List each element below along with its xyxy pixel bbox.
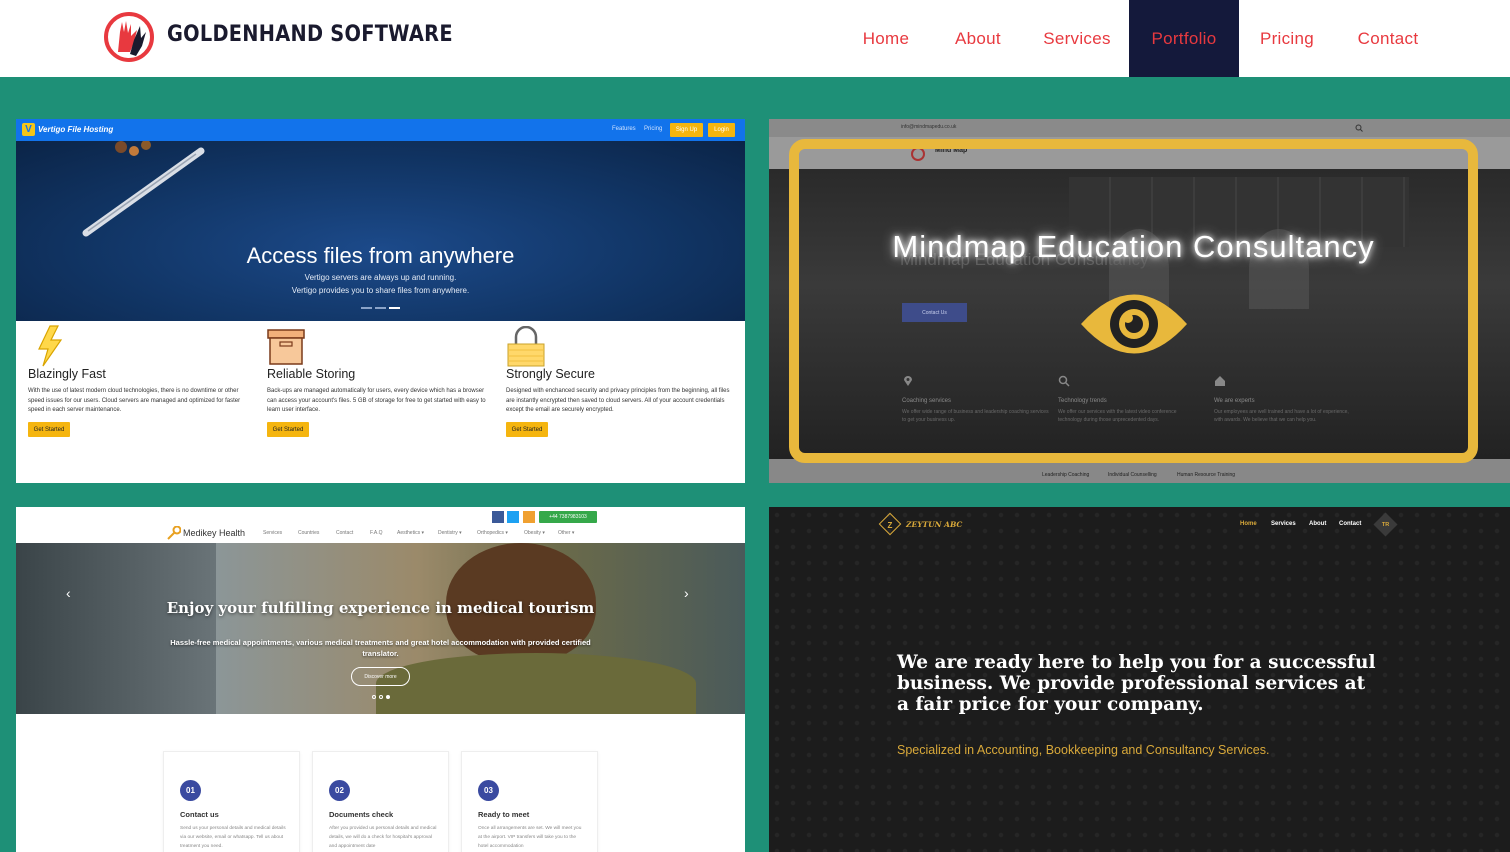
medikey-hero-shirt <box>376 653 696 714</box>
medikey-nav-item: Aesthetics ▾ <box>397 530 424 536</box>
portfolio-card-medikey[interactable]: +44 7387983103 Medikey Health Services C… <box>16 507 745 852</box>
medikey-hero-sub: Hassle-free medical appointments, variou… <box>170 638 591 658</box>
facebook-icon <box>492 511 504 523</box>
feature-title: Blazingly Fast <box>28 367 106 381</box>
vertigo-login-button: Login <box>708 123 735 137</box>
nav-home[interactable]: Home <box>848 0 924 77</box>
step-title: Ready to meet <box>478 810 530 819</box>
medikey-hero: ‹ › Enjoy your fulfilling experience in … <box>16 543 745 714</box>
get-started-button: Get Started <box>28 422 70 437</box>
medikey-nav-item: Obesity ▾ <box>524 530 545 536</box>
carousel-dot-active <box>386 695 390 699</box>
carousel-dot-active <box>389 307 400 309</box>
medikey-nav-item: Orthopedics ▾ <box>477 530 508 536</box>
archive-box-icon <box>267 329 305 365</box>
step-title: Contact us <box>180 810 219 819</box>
step-card: 01 Contact us Send us your personal deta… <box>163 751 300 852</box>
feature-title: Strongly Secure <box>506 367 595 381</box>
nav-services[interactable]: Services <box>1032 0 1122 77</box>
step-card: 02 Documents check After you provided us… <box>312 751 449 852</box>
zeytun-logo-text: ZEYTUN ABC <box>906 520 963 529</box>
step-text: Send us your personal details and medica… <box>180 826 286 849</box>
vertigo-nav-pricing: Pricing <box>644 126 663 132</box>
nav-pricing[interactable]: Pricing <box>1247 0 1327 77</box>
medikey-nav-item: Services <box>263 530 283 536</box>
site-header: GOLDENHAND SOFTWARE Home About Services … <box>0 0 1510 77</box>
vertigo-hero-title: Access files from anywhere <box>246 243 515 268</box>
zeytun-headline: We are ready here to help you for a succ… <box>897 652 1376 715</box>
zeytun-nav-services: Services <box>1271 521 1296 527</box>
medikey-nav-item: Other ▾ <box>558 530 575 536</box>
medikey-logo: Medikey Health <box>183 528 246 538</box>
portfolio-card-zeytun[interactable]: Z ZEYTUN ABC Home Services About Contact… <box>769 507 1510 852</box>
phone-badge: +44 7387983103 <box>539 511 597 523</box>
vertigo-hero: Access files from anywhere Vertigo serve… <box>16 141 745 321</box>
carousel-dot <box>372 695 376 699</box>
brand-name[interactable]: GOLDENHAND SOFTWARE <box>167 22 453 47</box>
nav-contact[interactable]: Contact <box>1344 0 1432 77</box>
nav-about[interactable]: About <box>940 0 1016 77</box>
zeytun-subtitle: Specialized in Accounting, Bookkeeping a… <box>897 743 1270 757</box>
zeytun-nav-contact: Contact <box>1339 521 1362 527</box>
mindmap-email: info@mindmapedu.co.uk <box>901 124 957 130</box>
feature-text: With the use of latest modern cloud tech… <box>28 388 241 413</box>
get-started-button: Get Started <box>506 422 548 437</box>
medikey-nav-item: F.A.Q <box>370 530 383 536</box>
mindmap-footer-link: Human Resource Training <box>1177 472 1236 478</box>
mindmap-footer-link: Individual Counselling <box>1108 472 1157 478</box>
goldenhand-logo-icon[interactable] <box>104 12 154 62</box>
email-icon <box>523 511 535 523</box>
step-text: Once all arrangements are set. We will m… <box>478 826 582 849</box>
vertigo-navbar: V Vertigo File Hosting Features Pricing … <box>16 119 745 141</box>
vertigo-logo-icon: V <box>22 123 35 136</box>
step-card: 03 Ready to meet Once all arrangements a… <box>461 751 598 852</box>
carousel-dot <box>379 695 383 699</box>
step-title: Documents check <box>329 810 394 819</box>
vertigo-nav-features: Features <box>612 126 636 132</box>
lock-icon <box>507 326 545 367</box>
carousel-dot <box>361 307 372 309</box>
discover-more-button: Discover more <box>351 667 410 686</box>
step-text: After you provided us personal details a… <box>329 826 437 849</box>
vertigo-hero-sub2: Vertigo provides you to share files from… <box>291 286 470 295</box>
nav-portfolio[interactable]: Portfolio <box>1129 0 1239 77</box>
vertigo-title: Vertigo File Hosting <box>38 125 114 134</box>
portfolio-card-vertigo[interactable]: V Vertigo File Hosting Features Pricing … <box>16 119 745 483</box>
feature-text: Back-ups are managed automatically for u… <box>267 388 486 413</box>
twitter-icon <box>507 511 519 523</box>
zeytun-nav-about: About <box>1309 521 1327 527</box>
feature-text: Designed with enchanced security and pri… <box>506 388 730 413</box>
eye-icon <box>1081 294 1187 354</box>
vertigo-hero-sub1: Vertigo servers are always up and runnin… <box>304 273 457 282</box>
medikey-nav-item: Countries <box>298 530 320 536</box>
zeytun-logo-letter: Z <box>887 520 893 530</box>
vertigo-signup-button: Sign Up <box>670 123 703 137</box>
medikey-nav-item: Contact <box>336 530 354 536</box>
mindmap-topbar: info@mindmapedu.co.uk <box>769 119 1510 137</box>
overlay-title: Mindmap Education Consultancy <box>892 229 1375 264</box>
get-started-button: Get Started <box>267 422 309 437</box>
step-number-badge: 02 <box>329 780 350 801</box>
search-icon <box>1355 124 1363 132</box>
pen-image <box>82 141 205 237</box>
key-icon <box>167 526 181 540</box>
language-switch: TR <box>1381 521 1390 528</box>
carousel-dot <box>375 307 386 309</box>
feature-title: Reliable Storing <box>267 367 356 381</box>
step-number-badge: 03 <box>478 780 499 801</box>
mindmap-footer-link: Leadership Coaching <box>1042 472 1090 478</box>
portfolio-card-mindmap[interactable]: info@mindmapedu.co.uk Mind Map Mindmap E… <box>769 119 1510 483</box>
medikey-nav-item: Dentistry ▾ <box>438 530 462 536</box>
medikey-hero-building <box>16 543 216 714</box>
lightning-icon <box>38 325 63 367</box>
medikey-hero-title: Enjoy your fulfilling experience in medi… <box>166 599 595 617</box>
step-number-badge: 01 <box>180 780 201 801</box>
zeytun-nav-home: Home <box>1240 521 1257 527</box>
